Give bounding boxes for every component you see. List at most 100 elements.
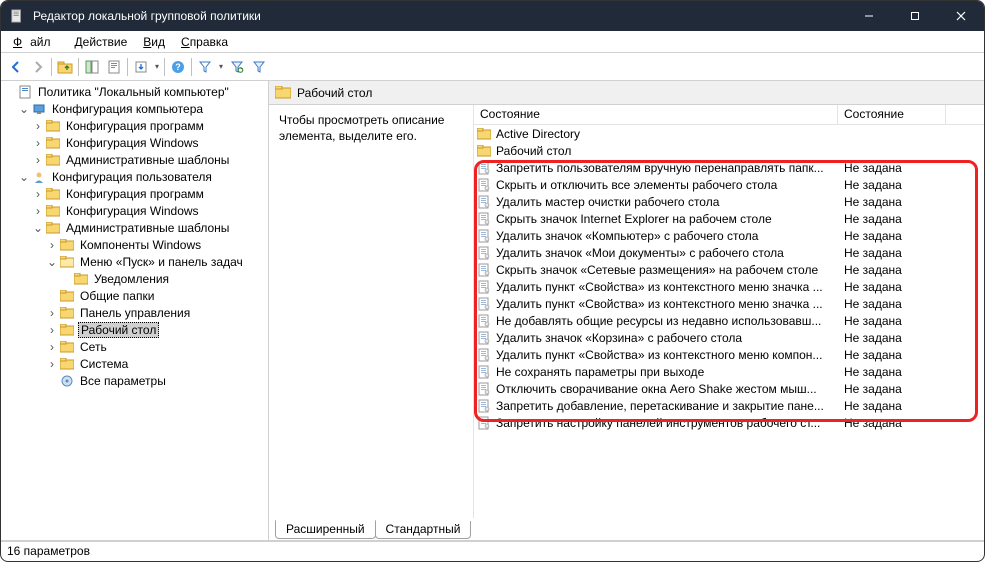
- back-button[interactable]: [5, 56, 27, 78]
- tree-item[interactable]: Уведомления: [3, 270, 268, 287]
- tree-item[interactable]: Все параметры: [3, 372, 268, 389]
- policy-icon: [476, 161, 492, 175]
- folder-icon: [59, 339, 75, 355]
- tree-adm-templates[interactable]: ⌄Административные шаблоны: [3, 219, 268, 236]
- tree-desktop[interactable]: ›Рабочий стол: [3, 321, 268, 338]
- export-button[interactable]: [130, 56, 152, 78]
- tree-item[interactable]: ›Конфигурация программ: [3, 185, 268, 202]
- tree-item[interactable]: ›Конфигурация Windows: [3, 202, 268, 219]
- list-item-state: Не задана: [838, 178, 946, 192]
- expand-icon[interactable]: ›: [31, 205, 45, 217]
- show-hide-tree-button[interactable]: [81, 56, 103, 78]
- tab-extended[interactable]: Расширенный: [275, 520, 376, 539]
- folder-icon: [476, 144, 492, 158]
- list-folder[interactable]: Рабочий стол: [474, 142, 984, 159]
- list-item[interactable]: Удалить значок «Мои документы» с рабочег…: [474, 244, 984, 261]
- tab-standard[interactable]: Стандартный: [375, 521, 472, 539]
- up-button[interactable]: [54, 56, 76, 78]
- list-item-label: Скрыть значок Internet Explorer на рабоч…: [496, 212, 838, 226]
- separator: [191, 58, 192, 76]
- menu-view[interactable]: Вид: [135, 33, 173, 51]
- forward-button[interactable]: [27, 56, 49, 78]
- list-item[interactable]: Удалить мастер очистки рабочего столаНе …: [474, 193, 984, 210]
- expand-icon[interactable]: ›: [31, 137, 45, 149]
- separator: [127, 58, 128, 76]
- list-item-state: Не задана: [838, 382, 946, 396]
- maximize-button[interactable]: [892, 1, 938, 31]
- list-folder[interactable]: Active Directory: [474, 125, 984, 142]
- tree-item[interactable]: ›Компоненты Windows: [3, 236, 268, 253]
- list-item[interactable]: Не сохранять параметры при выходеНе зада…: [474, 363, 984, 380]
- tree-pane[interactable]: Политика "Локальный компьютер" ⌄ Конфигу…: [1, 81, 269, 540]
- minimize-button[interactable]: [846, 1, 892, 31]
- list-pane[interactable]: Состояние Состояние Active DirectoryРабо…: [473, 105, 984, 518]
- list-item[interactable]: Запретить настройку панелей инструментов…: [474, 414, 984, 431]
- list-item-label: Удалить пункт «Свойства» из контекстного…: [496, 297, 838, 311]
- list-item[interactable]: Скрыть значок «Сетевые размещения» на ра…: [474, 261, 984, 278]
- list-item[interactable]: Не добавлять общие ресурсы из недавно ис…: [474, 312, 984, 329]
- tree-item[interactable]: ›Сеть: [3, 338, 268, 355]
- col-name[interactable]: Состояние: [474, 105, 838, 124]
- list-item[interactable]: Удалить пункт «Свойства» из контекстного…: [474, 346, 984, 363]
- tree-item[interactable]: ›Административные шаблоны: [3, 151, 268, 168]
- collapse-icon[interactable]: ⌄: [17, 103, 31, 115]
- expand-icon[interactable]: ›: [31, 120, 45, 132]
- list-item[interactable]: Удалить значок «Корзина» с рабочего стол…: [474, 329, 984, 346]
- menu-help[interactable]: Справка: [173, 33, 236, 51]
- tree-root[interactable]: Политика "Локальный компьютер": [3, 83, 268, 100]
- list-item[interactable]: Удалить пункт «Свойства» из контекстного…: [474, 295, 984, 312]
- window-title: Редактор локальной групповой политики: [33, 9, 846, 23]
- expand-icon[interactable]: ›: [45, 307, 59, 319]
- list-item-state: Не задана: [838, 314, 946, 328]
- tree-item[interactable]: ›Панель управления: [3, 304, 268, 321]
- list-item-label: Запретить пользователям вручную перенапр…: [496, 161, 838, 175]
- list-item[interactable]: Запретить пользователям вручную перенапр…: [474, 159, 984, 176]
- expand-icon[interactable]: ›: [31, 154, 45, 166]
- filter-options-button[interactable]: [248, 56, 270, 78]
- statusbar: 16 параметров: [1, 541, 984, 561]
- list-item[interactable]: Скрыть значок Internet Explorer на рабоч…: [474, 210, 984, 227]
- collapse-icon[interactable]: ⌄: [45, 256, 59, 268]
- close-button[interactable]: [938, 1, 984, 31]
- export-dropdown[interactable]: ▾: [152, 62, 162, 71]
- expand-icon[interactable]: ›: [45, 239, 59, 251]
- tree-item[interactable]: Общие папки: [3, 287, 268, 304]
- policy-icon: [476, 246, 492, 260]
- tree-computer-cfg[interactable]: ⌄ Конфигурация компьютера: [3, 100, 268, 117]
- filter-dropdown[interactable]: ▾: [216, 62, 226, 71]
- properties-button[interactable]: [103, 56, 125, 78]
- expand-icon[interactable]: ›: [31, 188, 45, 200]
- list-item-label: Скрыть значок «Сетевые размещения» на ра…: [496, 263, 838, 277]
- help-button[interactable]: ?: [167, 56, 189, 78]
- collapse-icon[interactable]: ⌄: [17, 171, 31, 183]
- collapse-icon[interactable]: ⌄: [31, 222, 45, 234]
- expand-icon[interactable]: ›: [45, 324, 59, 336]
- policy-icon: [476, 314, 492, 328]
- right-pane: Рабочий стол Чтобы просмотреть описание …: [269, 81, 984, 540]
- list-item-state: Не задана: [838, 246, 946, 260]
- tree-item[interactable]: ›Конфигурация Windows: [3, 134, 268, 151]
- tree-start-menu[interactable]: ⌄Меню «Пуск» и панель задач: [3, 253, 268, 270]
- policy-icon: [476, 399, 492, 413]
- list-item[interactable]: Удалить пункт «Свойства» из контекстного…: [474, 278, 984, 295]
- menu-action[interactable]: Действие: [67, 33, 136, 51]
- list-item-state: Не задана: [838, 280, 946, 294]
- content-title: Рабочий стол: [297, 86, 372, 100]
- expand-icon[interactable]: ›: [45, 341, 59, 353]
- expand-icon[interactable]: ›: [45, 358, 59, 370]
- col-state[interactable]: Состояние: [838, 105, 946, 124]
- menu-file[interactable]: Файл: [5, 33, 67, 51]
- refilter-button[interactable]: [226, 56, 248, 78]
- tree-user-cfg[interactable]: ⌄ Конфигурация пользователя: [3, 168, 268, 185]
- column-headers[interactable]: Состояние Состояние: [474, 105, 984, 125]
- folder-icon: [45, 135, 61, 151]
- list-item[interactable]: Удалить значок «Компьютер» с рабочего ст…: [474, 227, 984, 244]
- list-item[interactable]: Скрыть и отключить все элементы рабочего…: [474, 176, 984, 193]
- list-item[interactable]: Отключить сворачивание окна Aero Shake ж…: [474, 380, 984, 397]
- list-item-label: Active Directory: [496, 127, 838, 141]
- tree-item[interactable]: ›Система: [3, 355, 268, 372]
- policy-icon: [476, 280, 492, 294]
- tree-item[interactable]: ›Конфигурация программ: [3, 117, 268, 134]
- list-item[interactable]: Запретить добавление, перетаскивание и з…: [474, 397, 984, 414]
- filter-button[interactable]: [194, 56, 216, 78]
